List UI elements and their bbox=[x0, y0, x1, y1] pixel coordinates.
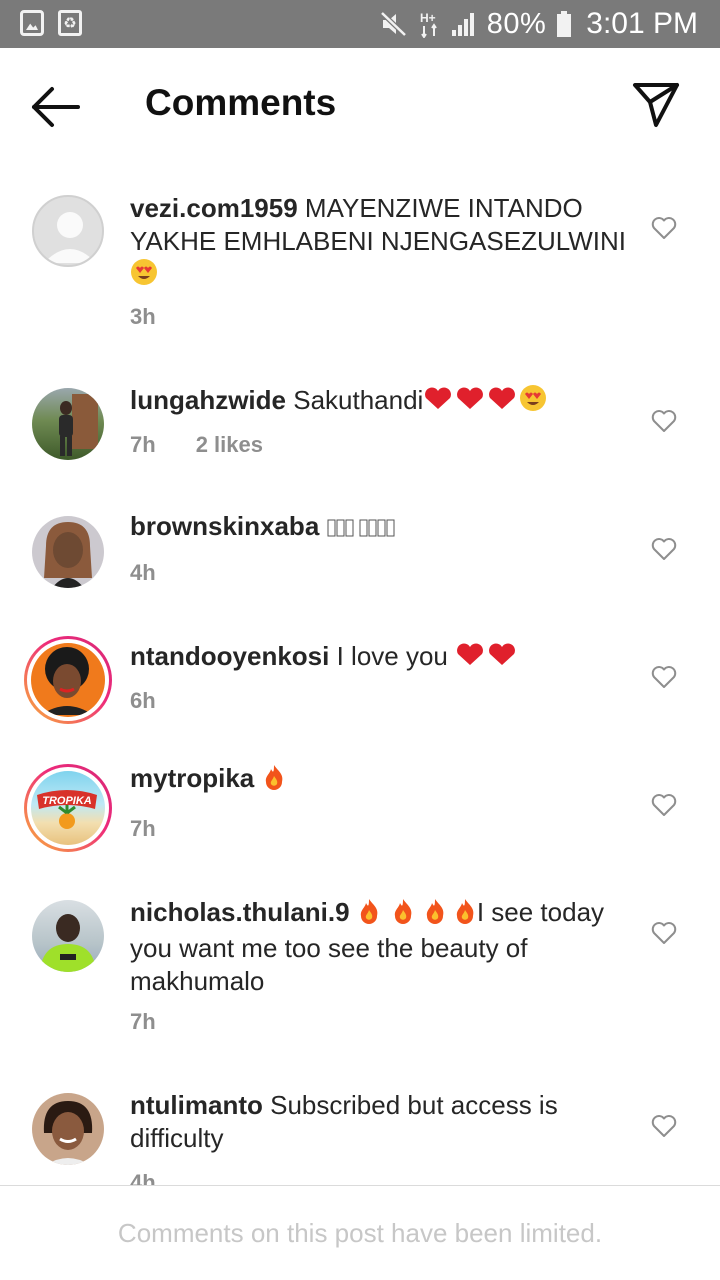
clock: 3:01 PM bbox=[586, 7, 698, 40]
status-bar: H+ 80% 3:01 PM bbox=[0, 0, 720, 48]
comments-limited-footer: Comments on this post have been limited. bbox=[0, 1185, 720, 1280]
comment-meta: 3h bbox=[130, 304, 156, 330]
comment-username[interactable]: lungahzwide bbox=[130, 385, 286, 415]
comment-username[interactable]: ntandooyenkosi bbox=[130, 641, 329, 671]
comment-text: vezi.com1959 MAYENZIWE INTANDO YAKHE EMH… bbox=[130, 192, 630, 294]
mute-icon bbox=[379, 10, 409, 38]
comment-time: 4h bbox=[130, 1170, 156, 1185]
comment-text: ntandooyenkosi I love you bbox=[130, 640, 630, 676]
comment-body bbox=[327, 511, 417, 541]
gallery-icon bbox=[20, 10, 44, 36]
comment-meta: 7h bbox=[130, 816, 156, 842]
like-heart-icon[interactable] bbox=[651, 793, 677, 817]
like-heart-icon[interactable] bbox=[651, 921, 677, 945]
page-title: Comments bbox=[145, 82, 337, 123]
paper-plane-icon bbox=[633, 83, 679, 127]
recycle-icon bbox=[58, 10, 82, 36]
avatar[interactable] bbox=[32, 516, 104, 588]
story-avatar[interactable] bbox=[24, 636, 112, 724]
comment-likes[interactable]: 2 likes bbox=[196, 432, 263, 458]
avatar[interactable] bbox=[32, 900, 104, 972]
app-header: Comments bbox=[0, 48, 720, 164]
comment-meta: 6h bbox=[130, 688, 156, 714]
fire-emoji-icon bbox=[262, 764, 286, 798]
comment-time: 7h bbox=[130, 816, 156, 841]
missing-glyph-boxes bbox=[327, 513, 417, 546]
fire-emoji-icon bbox=[357, 898, 477, 932]
comment-time: 3h bbox=[130, 304, 156, 329]
comments-list[interactable]: vezi.com1959 MAYENZIWE INTANDO YAKHE EMH… bbox=[0, 164, 720, 1185]
comments-limited-notice: Comments on this post have been limited. bbox=[117, 1218, 603, 1248]
avatar[interactable] bbox=[32, 388, 104, 460]
signal-icon bbox=[451, 11, 477, 37]
comment-username[interactable]: brownskinxaba bbox=[130, 511, 319, 541]
red-heart-emoji-icon bbox=[423, 386, 519, 420]
comment-body: Sakuthandi bbox=[293, 385, 424, 415]
comment-text: lungahzwide Sakuthandi bbox=[130, 384, 630, 420]
comment-text: nicholas.thulani.9 I see today you want … bbox=[130, 896, 630, 998]
comment-time: 4h bbox=[130, 560, 156, 585]
comment-meta: 4h bbox=[130, 1170, 156, 1185]
like-heart-icon[interactable] bbox=[651, 537, 677, 561]
tropika-logo: TROPIKA bbox=[37, 790, 97, 829]
battery-icon bbox=[556, 10, 572, 38]
comment-text: ntulimanto Subscribed but access is diff… bbox=[130, 1089, 630, 1155]
network-h-plus-icon: H+ bbox=[419, 10, 441, 38]
heart-eyes-emoji-icon bbox=[130, 258, 158, 294]
default-avatar-icon bbox=[44, 212, 96, 263]
like-heart-icon[interactable] bbox=[651, 216, 677, 240]
back-button[interactable] bbox=[28, 84, 84, 130]
like-heart-icon[interactable] bbox=[651, 1114, 677, 1138]
share-button[interactable] bbox=[630, 80, 682, 130]
comment-meta: 4h bbox=[130, 560, 156, 586]
comment-time: 7h bbox=[130, 1009, 156, 1034]
comment-body: I love you bbox=[336, 641, 448, 671]
comment-username[interactable]: vezi.com1959 bbox=[130, 193, 298, 223]
comment-username[interactable]: mytropika bbox=[130, 763, 254, 793]
like-heart-icon[interactable] bbox=[651, 409, 677, 433]
heart-eyes-emoji-icon bbox=[519, 384, 547, 420]
comment-username[interactable]: nicholas.thulani.9 bbox=[130, 897, 350, 927]
comment-text: mytropika bbox=[130, 762, 630, 798]
red-heart-emoji-icon bbox=[455, 642, 519, 676]
svg-text:H+: H+ bbox=[420, 11, 436, 25]
battery-percent: 80% bbox=[486, 7, 547, 40]
comment-time: 7h bbox=[130, 432, 156, 457]
comment-text: brownskinxaba bbox=[130, 510, 630, 546]
comment-meta: 7h 2 likes bbox=[130, 432, 263, 458]
comment-username[interactable]: ntulimanto bbox=[130, 1090, 263, 1120]
avatar[interactable] bbox=[32, 195, 104, 267]
comment-meta: 7h bbox=[130, 1009, 156, 1035]
like-heart-icon[interactable] bbox=[651, 665, 677, 689]
avatar[interactable] bbox=[32, 1093, 104, 1165]
story-avatar[interactable]: TROPIKA bbox=[24, 764, 112, 852]
arrow-left-icon bbox=[32, 87, 80, 127]
comment-time: 6h bbox=[130, 688, 156, 713]
